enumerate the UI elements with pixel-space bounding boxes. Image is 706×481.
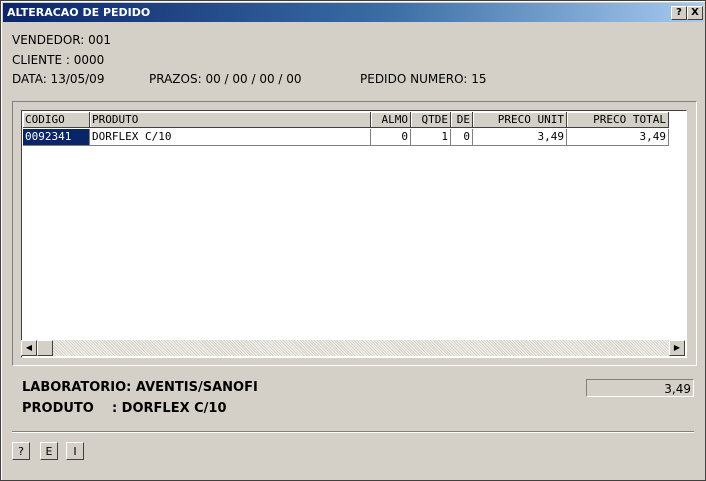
col-header-preco-unit[interactable]: PRECO UNIT	[473, 112, 567, 128]
col-header-qtde[interactable]: QTDE	[411, 112, 451, 128]
cliente-label: CLIENTE : 0000	[12, 53, 105, 67]
cell-codigo[interactable]: 0092341	[23, 129, 90, 146]
cell-almo[interactable]: 0	[371, 129, 411, 146]
scroll-left-icon[interactable]: ◀	[21, 340, 37, 356]
divider	[12, 431, 694, 433]
help-button[interactable]: ?	[12, 442, 30, 460]
col-header-produto[interactable]: PRODUTO	[90, 112, 371, 128]
cell-preco-total[interactable]: 3,49	[567, 129, 669, 146]
vendedor-label: VENDEDOR: 001	[12, 33, 112, 47]
col-header-preco-total[interactable]: PRECO TOTAL	[567, 112, 669, 128]
window-title: ALTERACAO DE PEDIDO	[7, 6, 151, 19]
produto-label: PRODUTO : DORFLEX C/10	[22, 401, 227, 416]
col-header-codigo[interactable]: CODIGO	[23, 112, 90, 128]
col-header-de[interactable]: DE	[451, 112, 473, 128]
laboratorio-label: LABORATORIO: AVENTIS/SANOFI	[22, 380, 258, 395]
data-label: DATA: 13/05/09	[12, 72, 105, 86]
scroll-thumb[interactable]	[37, 340, 53, 356]
cell-qtde[interactable]: 1	[411, 129, 451, 146]
title-bar[interactable]: ALTERACAO DE PEDIDO ? X	[3, 3, 703, 22]
help-title-button[interactable]: ?	[671, 6, 687, 20]
close-button[interactable]: X	[687, 6, 703, 20]
horizontal-scrollbar[interactable]: ◀ ▶	[21, 340, 685, 356]
i-button[interactable]: I	[66, 442, 84, 460]
cell-de[interactable]: 0	[451, 129, 473, 146]
scroll-right-icon[interactable]: ▶	[669, 340, 685, 356]
e-button[interactable]: E	[40, 442, 58, 460]
order-edit-window: ALTERACAO DE PEDIDO ? X VENDEDOR: 001 CL…	[0, 0, 706, 481]
cell-preco-unit[interactable]: 3,49	[473, 129, 567, 146]
order-items-grid[interactable]: CODIGO PRODUTO ALMO QTDE DE PRECO UNIT P…	[21, 110, 687, 358]
pedido-numero-label: PEDIDO NUMERO: 15	[360, 72, 487, 86]
prazos-label: PRAZOS: 00 / 00 / 00 / 00	[149, 72, 302, 86]
col-header-almo[interactable]: ALMO	[371, 112, 411, 128]
total-field: 3,49	[586, 379, 694, 397]
cell-produto[interactable]: DORFLEX C/10	[90, 129, 371, 146]
